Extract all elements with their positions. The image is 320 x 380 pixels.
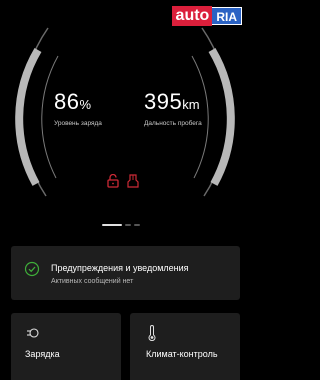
range-value: 395km — [144, 89, 200, 114]
thermometer-icon — [148, 325, 156, 341]
battery-level-label: Уровень заряда — [54, 120, 102, 127]
right-gauge-fill-arc — [208, 47, 235, 186]
charging-tile[interactable]: Зарядка — [11, 313, 121, 380]
alerts-title: Предупреждения и уведомления — [51, 263, 189, 273]
range-readout: 395km Дальность пробега — [144, 89, 202, 128]
battery-level-unit: % — [79, 97, 92, 112]
battery-level-value: 86% — [54, 89, 92, 114]
unlocked-padlock-icon[interactable] — [107, 173, 119, 193]
check-circle-icon — [24, 261, 40, 277]
range-unit: km — [182, 97, 200, 112]
climate-control-label: Климат-контроль — [146, 349, 218, 359]
alerts-subtitle: Активных сообщений нет — [51, 278, 134, 285]
alerts-card[interactable]: Предупреждения и уведомления Активных со… — [11, 246, 240, 300]
page-dot[interactable] — [134, 224, 140, 226]
page-indicator — [102, 224, 140, 226]
range-label: Дальность пробега — [144, 120, 202, 127]
charging-label: Зарядка — [25, 349, 60, 359]
range-gauges — [15, 27, 235, 197]
page-dot[interactable] — [125, 224, 131, 226]
charging-plug-icon — [27, 328, 39, 338]
battery-level-readout: 86% Уровень заряда — [54, 89, 102, 128]
climate-control-tile[interactable]: Климат-контроль — [130, 313, 240, 380]
left-gauge-fill-arc — [15, 47, 42, 186]
page-dot-active[interactable] — [102, 224, 122, 226]
door-open-icon[interactable] — [127, 174, 139, 193]
